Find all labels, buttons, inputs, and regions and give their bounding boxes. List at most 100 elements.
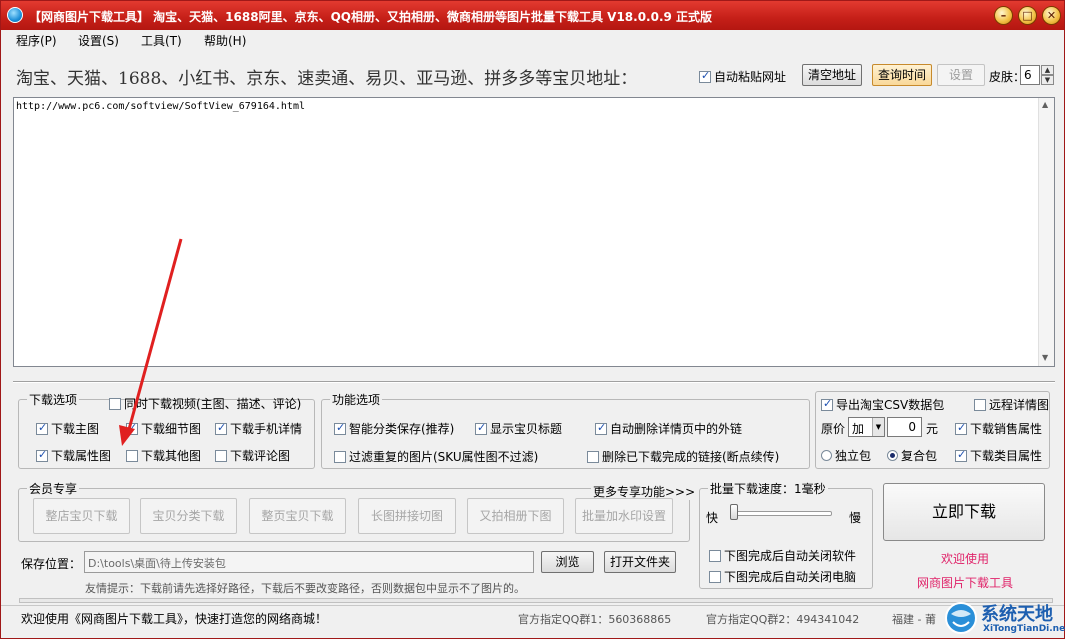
menu-tools[interactable]: 工具(T) bbox=[141, 32, 182, 49]
skin-down-icon[interactable]: ▼ bbox=[1041, 75, 1054, 85]
attribute-image-checkbox[interactable] bbox=[36, 448, 48, 462]
option-attribute-image[interactable]: 下载属性图 bbox=[36, 447, 111, 464]
option-shutdown[interactable]: 下图完成后自动关闭电脑 bbox=[709, 568, 856, 585]
auto-paste-label: 自动粘贴网址 bbox=[714, 70, 787, 84]
price-label: 原价 bbox=[821, 422, 846, 436]
watermark-cn: 系统天地 bbox=[981, 604, 1053, 625]
menu-settings[interactable]: 设置(S) bbox=[78, 32, 119, 49]
menu-program[interactable]: 程序(P) bbox=[16, 32, 57, 49]
price-unit: 元 bbox=[926, 422, 939, 436]
option-review-image[interactable]: 下载评论图 bbox=[215, 447, 290, 464]
watermark-settings-button[interactable]: 批量加水印设置 bbox=[575, 498, 673, 534]
show-title-label: 显示宝贝标题 bbox=[490, 422, 563, 436]
option-export-csv[interactable]: 导出淘宝CSV数据包 bbox=[821, 396, 945, 413]
price-value-input[interactable]: 0 bbox=[887, 417, 922, 437]
option-remote-detail[interactable]: 远程详情图 bbox=[974, 396, 1050, 413]
remove-links-label: 自动删除详情页中的外链 bbox=[610, 422, 743, 436]
menu-bar: 程序(P) 设置(S) 工具(T) 帮助(H) bbox=[1, 30, 1064, 50]
clear-address-button[interactable]: 清空地址 bbox=[802, 64, 862, 86]
download-options-title: 下载选项 bbox=[27, 391, 80, 408]
option-show-title[interactable]: 显示宝贝标题 bbox=[475, 420, 562, 437]
price-op-value: 加 bbox=[852, 422, 865, 436]
remote-detail-checkbox[interactable] bbox=[974, 398, 986, 411]
tip-text: 友情提示：下载前请先选择好路径，下载后不要改变路径，否则数据包中显示不了图片的。 bbox=[85, 582, 525, 595]
delete-done-links-checkbox[interactable] bbox=[587, 450, 599, 463]
browse-button[interactable]: 浏览 bbox=[541, 551, 594, 573]
package-single-radio[interactable] bbox=[821, 450, 832, 461]
option-mobile-detail[interactable]: 下载手机详情 bbox=[215, 420, 302, 437]
youpai-album-button[interactable]: 又拍相册下图 bbox=[467, 498, 564, 534]
url-textarea[interactable]: http://www.pc6.com/softview/SoftView_679… bbox=[13, 97, 1055, 367]
save-path-input[interactable]: D:\tools\桌面\待上传安装包 bbox=[84, 551, 534, 573]
mobile-detail-checkbox[interactable] bbox=[215, 421, 227, 435]
skin-up-icon[interactable]: ▲ bbox=[1041, 65, 1054, 75]
option-smart-save[interactable]: 智能分类保存(推荐) bbox=[334, 420, 454, 437]
review-image-label: 下载评论图 bbox=[230, 449, 291, 463]
save-location-label: 保存位置： bbox=[21, 557, 82, 571]
option-filter-duplicates[interactable]: 过滤重复的图片(SKU属性图不过滤) bbox=[334, 448, 538, 465]
category-attr-checkbox[interactable] bbox=[955, 448, 967, 462]
watermark-logo: 系统天地 XiTongTianDi.net bbox=[941, 594, 1065, 639]
close-app-checkbox[interactable] bbox=[709, 549, 721, 562]
smart-save-checkbox[interactable] bbox=[334, 421, 346, 435]
progress-bar bbox=[19, 598, 1053, 603]
query-time-button[interactable]: 查询时间 bbox=[872, 64, 932, 86]
window-title: 【网商图片下载工具】 淘宝、天猫、1688阿里、京东、QQ相册、又拍相册、微商相… bbox=[29, 10, 713, 24]
auto-paste-option[interactable]: 自动粘贴网址 bbox=[699, 68, 786, 85]
open-folder-button[interactable]: 打开文件夹 bbox=[604, 551, 676, 573]
option-detail-image[interactable]: 下载细节图 bbox=[126, 420, 201, 437]
page-download-button[interactable]: 整页宝贝下载 bbox=[249, 498, 346, 534]
export-csv-checkbox[interactable] bbox=[821, 397, 833, 411]
sales-attr-checkbox[interactable] bbox=[955, 421, 967, 435]
video-checkbox[interactable] bbox=[109, 397, 121, 410]
option-package-single[interactable]: 独立包 bbox=[821, 447, 871, 464]
close-app-label: 下图完成后自动关闭软件 bbox=[724, 549, 857, 563]
remove-links-checkbox[interactable] bbox=[595, 421, 607, 435]
option-category-attr[interactable]: 下载类目属性 bbox=[955, 447, 1042, 464]
show-title-checkbox[interactable] bbox=[475, 421, 487, 435]
scroll-up-icon[interactable]: ▲ bbox=[1042, 100, 1048, 109]
category-download-button[interactable]: 宝贝分类下载 bbox=[140, 498, 237, 534]
package-combined-radio[interactable] bbox=[887, 450, 898, 461]
url-scrollbar[interactable]: ▲ ▼ bbox=[1038, 98, 1054, 366]
remote-detail-label: 远程详情图 bbox=[989, 398, 1050, 412]
speed-slider-thumb[interactable] bbox=[730, 504, 738, 520]
review-image-checkbox[interactable] bbox=[215, 449, 227, 462]
price-op-select[interactable]: 加 ▼ bbox=[848, 417, 885, 437]
watermark-globe-icon bbox=[945, 602, 977, 634]
shutdown-checkbox[interactable] bbox=[709, 570, 721, 583]
status-bar: 欢迎使用《网商图片下载工具》，快速打造您的网络商城！ 官方指定QQ群1：5603… bbox=[1, 605, 1064, 638]
filter-duplicates-label: 过滤重复的图片(SKU属性图不过滤) bbox=[349, 450, 539, 464]
detail-image-checkbox[interactable] bbox=[126, 421, 138, 435]
status-qq-group2: 官方指定QQ群2：494341042 bbox=[706, 613, 860, 626]
speed-slider-track[interactable] bbox=[732, 511, 832, 516]
filter-duplicates-checkbox[interactable] bbox=[334, 450, 346, 463]
download-now-button[interactable]: 立即下载 bbox=[883, 483, 1045, 541]
option-delete-done-links[interactable]: 删除已下载完成的链接(断点续传) bbox=[587, 448, 779, 465]
video-option[interactable]: 同时下载视频(主图、描述、评论) bbox=[109, 395, 301, 412]
option-package-combined[interactable]: 复合包 bbox=[887, 447, 937, 464]
other-image-checkbox[interactable] bbox=[126, 449, 138, 462]
chevron-down-icon[interactable]: ▼ bbox=[872, 418, 884, 436]
address-label: 淘宝、天猫、1688、小红书、京东、速卖通、易贝、亚马逊、拼多多等宝贝地址： bbox=[16, 69, 638, 89]
option-sales-attr[interactable]: 下载销售属性 bbox=[955, 420, 1042, 437]
settings-button[interactable]: 设置 bbox=[937, 64, 985, 86]
welcome-line2[interactable]: 网商图片下载工具 bbox=[917, 574, 1013, 591]
maximize-button[interactable]: □ bbox=[1018, 6, 1037, 25]
scroll-down-icon[interactable]: ▼ bbox=[1042, 353, 1048, 362]
option-remove-links[interactable]: 自动删除详情页中的外链 bbox=[595, 420, 742, 437]
main-image-checkbox[interactable] bbox=[36, 421, 48, 435]
divider bbox=[13, 381, 1055, 383]
long-image-button[interactable]: 长图拼接切图 bbox=[358, 498, 456, 534]
speed-fast-label: 快 bbox=[706, 511, 719, 525]
minimize-button[interactable]: – bbox=[994, 6, 1013, 25]
option-other-image[interactable]: 下载其他图 bbox=[126, 447, 201, 464]
option-close-app[interactable]: 下图完成后自动关闭软件 bbox=[709, 547, 856, 564]
status-region: 福建 - 莆 bbox=[892, 613, 936, 626]
auto-paste-checkbox[interactable] bbox=[699, 69, 711, 83]
shop-download-button[interactable]: 整店宝贝下载 bbox=[33, 498, 130, 534]
skin-input[interactable]: 6 bbox=[1020, 65, 1040, 85]
option-main-image[interactable]: 下载主图 bbox=[36, 420, 99, 437]
close-button[interactable]: ✕ bbox=[1042, 6, 1061, 25]
menu-help[interactable]: 帮助(H) bbox=[204, 32, 246, 49]
